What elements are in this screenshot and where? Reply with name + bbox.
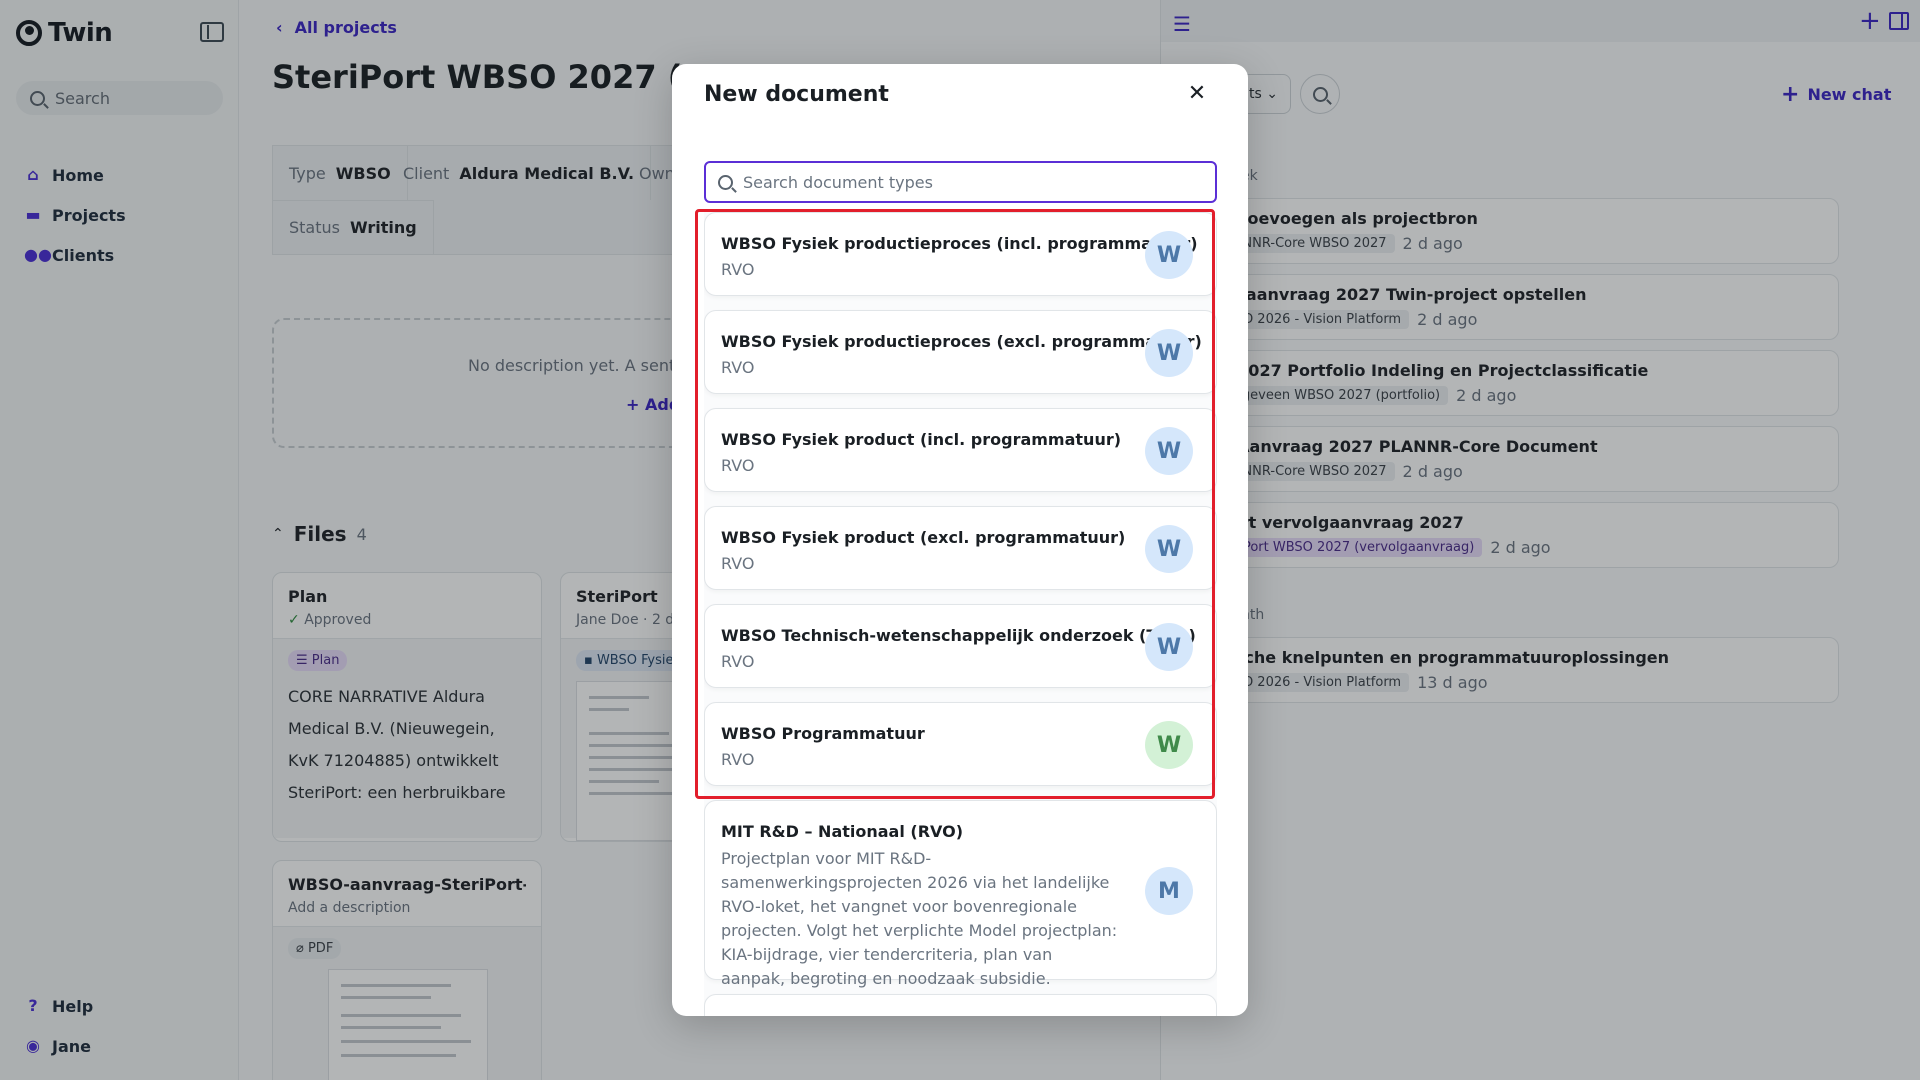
document-type-avatar: M xyxy=(1145,867,1193,915)
modal-title: New document xyxy=(704,82,889,107)
document-type-search[interactable] xyxy=(704,161,1217,203)
close-icon[interactable]: ✕ xyxy=(1185,82,1209,106)
document-type-name: MIT R&D – Nationaal (RVO) xyxy=(721,822,964,841)
document-type-item[interactable] xyxy=(704,994,1217,1016)
document-type-search-input[interactable] xyxy=(743,172,1203,192)
document-type-description: Projectplan voor MIT R&D-samenwerkingspr… xyxy=(721,849,1118,988)
search-icon xyxy=(718,174,733,190)
selection-highlight xyxy=(695,209,1215,799)
document-type-item[interactable]: MIT R&D – Nationaal (RVO) Projectplan vo… xyxy=(704,800,1217,988)
